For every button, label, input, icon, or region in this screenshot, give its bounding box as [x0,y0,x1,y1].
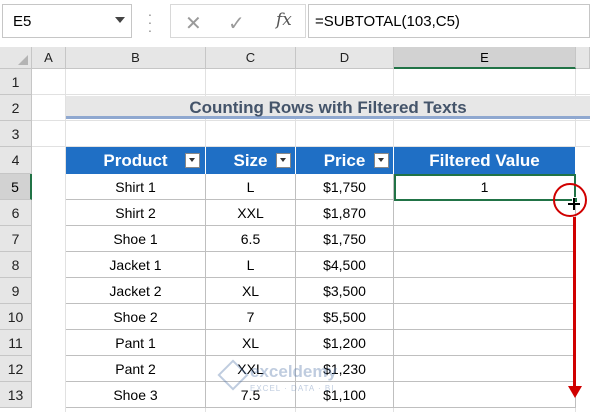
header-filtered-value-label: Filtered Value [429,151,540,170]
drag-arrow-line [573,217,576,389]
filter-dropdown-icon[interactable] [185,153,200,168]
column-header-d[interactable]: D [296,47,394,69]
formula-buttons: ✕ ✓ fx [170,4,306,38]
table-cell[interactable]: Pant 2 [66,356,206,382]
table-cell[interactable] [394,356,576,382]
gridline [32,94,590,95]
column-header-f[interactable] [576,47,590,69]
formula-input[interactable]: =SUBTOTAL(103,C5) [308,4,590,38]
table-cell[interactable]: $1,750 [296,226,394,252]
table-cell[interactable]: Shoe 1 [66,226,206,252]
table-cell[interactable]: L [206,174,296,200]
watermark-tagline: EXCEL · DATA · BI [250,384,335,393]
crosshair-cursor-icon [568,198,580,210]
header-filtered-value: Filtered Value [394,147,576,174]
table-cell[interactable]: Shoe 3 [66,382,206,408]
header-product-label: Product [103,151,168,170]
table-cell[interactable]: $1,870 [296,200,394,226]
insert-function-icon[interactable]: fx [276,10,292,30]
select-all-icon [18,55,28,65]
table-cell[interactable]: Jacket 2 [66,278,206,304]
row-header-11[interactable]: 11 [0,330,32,356]
table-cell[interactable] [394,200,576,226]
row-header-3[interactable]: 3 [0,121,32,147]
more-options-icon[interactable]: · · · [140,7,160,37]
select-all-button[interactable] [0,47,32,69]
table-cell[interactable]: $5,500 [296,304,394,330]
column-header-e[interactable]: E [394,47,576,69]
cancel-icon[interactable]: ✕ [185,11,202,36]
active-cell-border [394,174,576,201]
table-cell[interactable]: 6.5 [206,226,296,252]
sheet-title: Counting Rows with Filtered Texts [66,96,590,119]
name-box-value: E5 [13,13,32,30]
filter-dropdown-icon[interactable] [374,153,389,168]
table-cell[interactable]: Shoe 2 [66,304,206,330]
table-cell[interactable] [394,252,576,278]
table-cell[interactable]: $1,750 [296,174,394,200]
row-header-12[interactable]: 12 [0,356,32,382]
row-header-10[interactable]: 10 [0,304,32,330]
filter-dropdown-icon[interactable] [276,153,291,168]
header-size: Size [206,147,296,174]
column-header-b[interactable]: B [66,47,206,69]
column-header-a[interactable]: A [32,47,66,69]
table-cell[interactable] [394,226,576,252]
table-cell[interactable] [394,330,576,356]
header-price: Price [296,147,394,174]
table-cell[interactable]: XL [206,330,296,356]
row-header-1[interactable]: 1 [0,69,32,95]
arrow-down-icon [568,386,582,398]
table-cell[interactable]: 7 [206,304,296,330]
row-header-4[interactable]: 4 [0,147,32,174]
row-header-7[interactable]: 7 [0,226,32,252]
formula-text: =SUBTOTAL(103,C5) [315,13,460,30]
table-cell[interactable]: Jacket 1 [66,252,206,278]
row-header-13[interactable]: 13 [0,382,32,408]
table-cell[interactable]: Shirt 1 [66,174,206,200]
row-header-5[interactable]: 5 [0,174,32,200]
table-cell[interactable]: $1,200 [296,330,394,356]
table-cell[interactable]: Pant 1 [66,330,206,356]
header-size-label: Size [233,151,268,170]
header-price-label: Price [323,151,366,170]
table-cell[interactable]: $3,500 [296,278,394,304]
exceldemy-logo-icon [217,359,249,391]
row-header-2[interactable]: 2 [0,95,32,121]
row-header-6[interactable]: 6 [0,200,32,226]
row-header-8[interactable]: 8 [0,252,32,278]
table-cell[interactable] [394,278,576,304]
table-cell[interactable]: $4,500 [296,252,394,278]
table-cell[interactable]: XXL [206,200,296,226]
table-cell[interactable]: L [206,252,296,278]
column-header-c[interactable]: C [206,47,296,69]
name-box[interactable]: E5 [2,4,132,38]
table-cell[interactable] [394,382,576,408]
chevron-down-icon[interactable] [115,17,125,23]
table-cell[interactable]: XL [206,278,296,304]
gridline [32,120,590,121]
watermark: exceldemy EXCEL · DATA · BI [217,359,382,400]
table-cell[interactable] [394,304,576,330]
table-cell[interactable]: Shirt 2 [66,200,206,226]
row-header-9[interactable]: 9 [0,278,32,304]
enter-icon[interactable]: ✓ [228,11,245,36]
header-product: Product [66,147,206,174]
watermark-name: exceldemy [250,362,337,381]
